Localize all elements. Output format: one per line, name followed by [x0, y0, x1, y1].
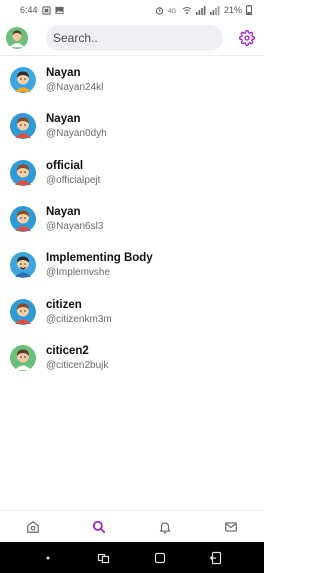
green-avatar-icon: [10, 344, 36, 371]
status-left: 6:44: [20, 5, 64, 15]
recents-icon[interactable]: [92, 546, 116, 570]
user-text: official @officialpejt: [46, 159, 100, 187]
list-item[interactable]: Nayan @Nayan6sl3: [0, 196, 264, 242]
user-name: Nayan: [46, 206, 81, 219]
status-time: 6:44: [20, 5, 38, 15]
user-name: Nayan: [46, 113, 81, 126]
status-bar: 6:44 4G 21%: [0, 0, 264, 20]
user-text: Nayan @Nayan24kl: [46, 66, 103, 94]
user-handle: @officialpejt: [46, 174, 101, 186]
home-button-icon[interactable]: [148, 546, 172, 570]
user-handle: @Implemvshe: [46, 267, 111, 279]
user-text: citicen2 @citicen2bujk: [46, 344, 108, 372]
alarm-icon: [155, 6, 164, 15]
user-handle: @Nayan6sl3: [46, 221, 104, 233]
user-name: official: [46, 159, 84, 172]
bottom-nav: [0, 510, 264, 542]
list-item[interactable]: Nayan @Nayan0dyh: [0, 103, 264, 149]
bell-icon[interactable]: [145, 512, 185, 542]
search-input[interactable]: [53, 30, 216, 45]
boy-avatar-icon: [10, 206, 36, 233]
user-text: citizen @citizenkm3m: [46, 298, 112, 326]
user-name: citicen2: [46, 344, 89, 357]
user-handle: @Nayan0dyh: [46, 128, 107, 140]
user-text: Nayan @Nayan0dyh: [46, 112, 107, 140]
wifi-icon: [182, 6, 192, 15]
system-nav-bar: [0, 542, 264, 573]
user-name: citizen: [46, 298, 82, 311]
user-name: Nayan: [46, 67, 81, 80]
image-icon: [54, 6, 64, 15]
boy-avatar-icon: [10, 67, 36, 94]
boy-avatar-icon: [10, 298, 36, 325]
signal-icon: [195, 5, 206, 15]
man-avatar-icon: [10, 252, 36, 279]
user-handle: @citicen2bujk: [46, 359, 109, 371]
list-item[interactable]: official @officialpejt: [0, 150, 264, 196]
user-text: Implementing Body @Implemvshe: [46, 251, 153, 279]
battery-percent: 21%: [223, 5, 242, 15]
user-handle: @Nayan24kl: [46, 82, 104, 94]
boy-avatar-icon: [10, 113, 36, 140]
gear-icon[interactable]: [238, 29, 256, 47]
volte-icon: 4G: [168, 6, 178, 15]
status-right: 4G 21%: [155, 5, 252, 15]
svg-text:4G: 4G: [168, 9, 176, 15]
boy-avatar-icon: [10, 159, 36, 186]
list-item[interactable]: Implementing Body @Implemvshe: [0, 242, 264, 288]
profile-avatar-icon[interactable]: [6, 26, 28, 49]
search-box[interactable]: [46, 24, 223, 51]
search-icon[interactable]: [79, 512, 119, 542]
user-name: Implementing Body: [46, 252, 153, 265]
dot-icon: [36, 546, 60, 570]
mail-icon[interactable]: [211, 512, 251, 542]
list-item[interactable]: citizen @citizenkm3m: [0, 288, 264, 334]
home-icon[interactable]: [13, 512, 53, 542]
user-list: Nayan @Nayan24kl Nayan @Nayan0dyh offici…: [0, 57, 264, 381]
signal-icon-2: [209, 5, 220, 15]
user-handle: @citizenkm3m: [46, 313, 112, 325]
app-screen: 6:44 4G 21% Search.. Nayan @Nayan24kl Na…: [0, 0, 264, 573]
list-item[interactable]: citicen2 @citicen2bujk: [0, 335, 264, 381]
user-text: Nayan @Nayan6sl3: [46, 205, 103, 233]
top-bar: [0, 20, 264, 56]
back-icon[interactable]: [204, 546, 228, 570]
list-item[interactable]: Nayan @Nayan24kl: [0, 57, 264, 103]
notification-icon: [41, 5, 51, 15]
battery-icon: [246, 5, 252, 15]
